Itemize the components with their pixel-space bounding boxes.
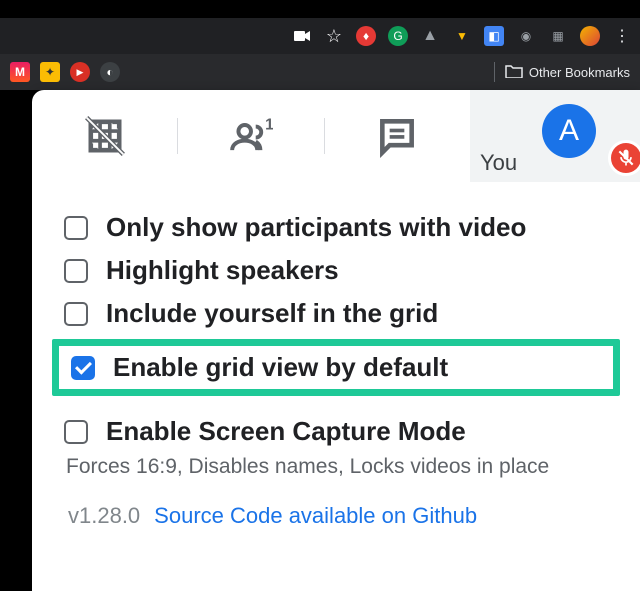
bookmarks-bar: M ✦ ▶ ◐ Other Bookmarks [0,54,640,90]
grid-off-icon [83,114,127,158]
chat-icon [375,114,419,158]
extension-panel: 1 You A Only show participants with vide… [32,90,640,591]
option-highlight-speakers[interactable]: Highlight speakers [52,249,620,292]
ext-green-icon[interactable]: G [388,26,408,46]
drive-icon[interactable]: ▲ [420,26,440,46]
version-label: v1.28.0 [68,503,140,529]
option-only-video[interactable]: Only show participants with video [52,206,620,249]
option-screen-capture[interactable]: Enable Screen Capture Mode [52,410,620,453]
option-label: Highlight speakers [106,255,339,286]
browser-menu-icon[interactable]: ⋮ [612,26,632,46]
people-icon: 1 [229,114,273,158]
avatar: A [542,104,596,158]
profile-avatar-icon[interactable] [580,26,600,46]
browser-chrome: ☆ ♦ G ▲ ▼ ◧ ◉ ▦ ⋮ M ✦ ▶ ◐ Other Bookmark… [0,0,640,90]
other-bookmarks-button[interactable]: Other Bookmarks [494,62,630,82]
tab-people[interactable]: 1 [178,90,323,182]
star-icon[interactable]: ☆ [324,26,344,46]
you-label: You [480,150,517,176]
option-label: Enable grid view by default [113,352,448,383]
ext-blue-icon[interactable]: ◧ [484,26,504,46]
ext-bulb-icon[interactable]: ◉ [516,26,536,46]
option-label: Only show participants with video [106,212,526,243]
option-enable-grid-default[interactable]: Enable grid view by default [59,346,613,389]
option-label: Enable Screen Capture Mode [106,416,466,447]
checkbox-highlight[interactable] [64,259,88,283]
tab-chat[interactable] [325,90,470,182]
checkbox-include-self[interactable] [64,302,88,326]
ext-orange-icon[interactable]: ▼ [452,26,472,46]
options-list: Only show participants with video Highli… [32,182,640,529]
source-code-link[interactable]: Source Code available on Github [154,503,477,529]
option-include-self[interactable]: Include yourself in the grid [52,292,620,335]
other-bookmarks-label: Other Bookmarks [529,65,630,80]
bookmark-play-icon[interactable]: ▶ [70,62,90,82]
bookmark-dark-icon[interactable]: ◐ [100,62,120,82]
option-label: Include yourself in the grid [106,298,438,329]
tab-you[interactable]: You A [470,90,640,182]
highlighted-option-box: Enable grid view by default [52,339,620,396]
svg-text:1: 1 [265,117,273,134]
ext-grid-icon[interactable]: ▦ [548,26,568,46]
tab-grid[interactable] [32,90,177,182]
ext-red-icon[interactable]: ♦ [356,26,376,46]
camera-icon[interactable] [292,26,312,46]
panel-tabs: 1 You A [32,90,640,182]
checkbox-screen-capture[interactable] [64,420,88,444]
checkbox-enable-grid[interactable] [71,356,95,380]
screen-capture-description: Forces 16:9, Disables names, Locks video… [52,453,620,479]
checkbox-only-video[interactable] [64,216,88,240]
panel-footer: v1.28.0 Source Code available on Github [52,479,620,529]
mic-muted-icon [608,140,640,176]
browser-toolbar: ☆ ♦ G ▲ ▼ ◧ ◉ ▦ ⋮ [0,18,640,54]
bookmark-m-icon[interactable]: M [10,62,30,82]
folder-icon [505,64,523,81]
bookmark-yellow-icon[interactable]: ✦ [40,62,60,82]
